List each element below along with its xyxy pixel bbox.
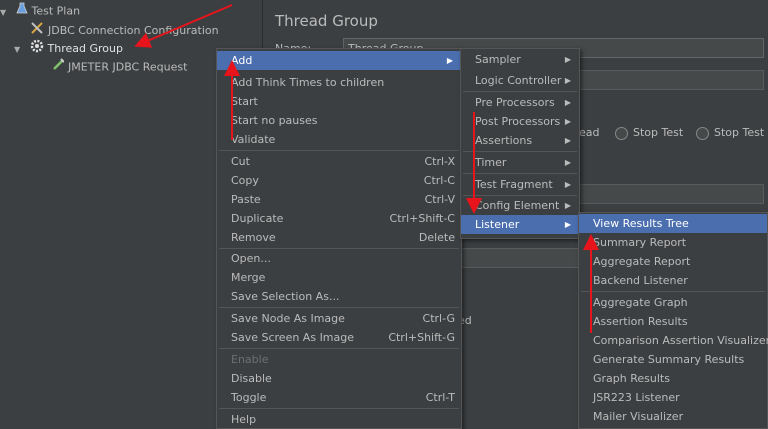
tree-item-test-plan[interactable]: ▼ Test Plan bbox=[0, 2, 80, 20]
menu-item-mailer-visualizer[interactable]: Mailer Visualizer bbox=[579, 407, 767, 426]
menu-item-disable[interactable]: Disable bbox=[217, 369, 461, 388]
submenu-arrow-icon: ▶ bbox=[564, 201, 571, 210]
menu-item-paste[interactable]: Paste Ctrl-V bbox=[217, 190, 461, 209]
menu-item-config-element[interactable]: Config Element ▶ bbox=[461, 196, 579, 215]
submenu-arrow-icon: ▶ bbox=[564, 98, 571, 107]
menu-item-post-processors[interactable]: Post Processors ▶ bbox=[461, 112, 579, 131]
gear-icon bbox=[30, 39, 44, 59]
menu-item-timer[interactable]: Timer ▶ bbox=[461, 153, 579, 172]
menu-item-listener[interactable]: Listener ▶ bbox=[461, 215, 579, 234]
menu-item-pre-processors[interactable]: Pre Processors ▶ bbox=[461, 93, 579, 112]
radio-stop-test-now[interactable]: Stop Test N bbox=[696, 126, 768, 140]
menu-item-save-selection[interactable]: Save Selection As... bbox=[217, 287, 461, 306]
tree-item-label: JDBC Connection Configuration bbox=[48, 24, 219, 37]
menu-item-assertions[interactable]: Assertions ▶ bbox=[461, 131, 579, 150]
menu-separator bbox=[219, 307, 459, 308]
menu-separator bbox=[219, 150, 459, 151]
menu-item-add-think-times[interactable]: Add Think Times to children bbox=[217, 73, 461, 92]
menu-item-validate[interactable]: Validate bbox=[217, 130, 461, 149]
menu-separator bbox=[463, 173, 577, 174]
listener-submenu: View Results Tree Summary Report Aggrega… bbox=[578, 212, 768, 429]
submenu-arrow-icon: ▶ bbox=[446, 56, 453, 65]
menu-item-open[interactable]: Open... bbox=[217, 249, 461, 268]
submenu-arrow-icon: ▶ bbox=[564, 55, 571, 64]
menu-item-aggregate-graph[interactable]: Aggregate Graph bbox=[579, 293, 767, 312]
menu-item-add[interactable]: Add ▶ bbox=[217, 51, 461, 70]
tree-item-thread-group[interactable]: ▼ Thread Group bbox=[14, 39, 123, 57]
menu-item-save-node-image[interactable]: Save Node As Image Ctrl-G bbox=[217, 309, 461, 328]
menu-item-remove[interactable]: Remove Delete bbox=[217, 228, 461, 247]
tree-item-label: Test Plan bbox=[31, 4, 81, 18]
menu-item-graph-results[interactable]: Graph Results bbox=[579, 369, 767, 388]
pipette-icon bbox=[52, 58, 65, 77]
config-tools-icon bbox=[30, 21, 44, 41]
menu-item-start-no-pauses[interactable]: Start no pauses bbox=[217, 111, 461, 130]
submenu-arrow-icon: ▶ bbox=[564, 158, 571, 167]
tree-item-jdbc-request[interactable]: JMETER JDBC Request bbox=[52, 58, 187, 76]
radio-icon bbox=[615, 126, 628, 140]
menu-item-start[interactable]: Start bbox=[217, 92, 461, 111]
menu-item-duplicate[interactable]: Duplicate Ctrl+Shift-C bbox=[217, 209, 461, 228]
menu-item-summary-report[interactable]: Summary Report bbox=[579, 233, 767, 252]
menu-item-save-screen-image[interactable]: Save Screen As Image Ctrl+Shift-G bbox=[217, 328, 461, 347]
tree-item-label: JMETER JDBC Request bbox=[68, 60, 188, 74]
collapse-arrow-icon[interactable]: ▼ bbox=[14, 41, 26, 59]
submenu-arrow-icon: ▶ bbox=[564, 180, 571, 189]
menu-item-generate-summary-results[interactable]: Generate Summary Results bbox=[579, 350, 767, 369]
collapse-arrow-icon[interactable]: ▼ bbox=[0, 4, 12, 22]
context-menu: Add ▶ Add Think Times to children Start S… bbox=[216, 48, 462, 429]
flask-icon bbox=[15, 2, 28, 21]
radio-stop-thread[interactable]: ead bbox=[579, 126, 600, 139]
menu-item-cut[interactable]: Cut Ctrl-X bbox=[217, 152, 461, 171]
submenu-arrow-icon: ▶ bbox=[564, 76, 571, 85]
menu-item-test-fragment[interactable]: Test Fragment ▶ bbox=[461, 175, 579, 194]
menu-item-jsr223-listener[interactable]: JSR223 Listener bbox=[579, 388, 767, 407]
menu-item-toggle[interactable]: Toggle Ctrl-T bbox=[217, 388, 461, 407]
menu-item-sampler[interactable]: Sampler ▶ bbox=[461, 50, 579, 69]
menu-separator bbox=[463, 151, 577, 152]
menu-item-logic-controller[interactable]: Logic Controller ▶ bbox=[461, 71, 579, 90]
menu-item-help[interactable]: Help bbox=[217, 410, 461, 429]
tree-item-label: Thread Group bbox=[47, 42, 123, 55]
menu-item-merge[interactable]: Merge bbox=[217, 268, 461, 287]
menu-item-comparison-assertion-visualizer[interactable]: Comparison Assertion Visualizer bbox=[579, 331, 768, 350]
add-submenu: Sampler ▶ Logic Controller ▶ Pre Processor… bbox=[460, 48, 580, 239]
menu-item-view-results-tree[interactable]: View Results Tree bbox=[579, 214, 767, 233]
menu-item-assertion-results[interactable]: Assertion Results bbox=[579, 312, 767, 331]
menu-item-backend-listener[interactable]: Backend Listener bbox=[579, 271, 767, 290]
submenu-arrow-icon: ▶ bbox=[564, 136, 571, 145]
menu-item-enable: Enable bbox=[231, 353, 269, 366]
tree-item-jdbc-config[interactable]: JDBC Connection Configuration bbox=[30, 21, 219, 39]
menu-item-aggregate-report[interactable]: Aggregate Report bbox=[579, 252, 767, 271]
menu-separator bbox=[219, 408, 459, 409]
radio-icon bbox=[696, 126, 709, 140]
submenu-arrow-icon: ▶ bbox=[564, 220, 571, 229]
menu-separator bbox=[581, 291, 765, 292]
menu-separator bbox=[219, 348, 459, 349]
menu-separator bbox=[463, 91, 577, 92]
submenu-arrow-icon: ▶ bbox=[564, 117, 571, 126]
radio-stop-test[interactable]: Stop Test bbox=[615, 126, 683, 140]
panel-title: Thread Group bbox=[275, 12, 378, 30]
menu-item-copy[interactable]: Copy Ctrl-C bbox=[217, 171, 461, 190]
